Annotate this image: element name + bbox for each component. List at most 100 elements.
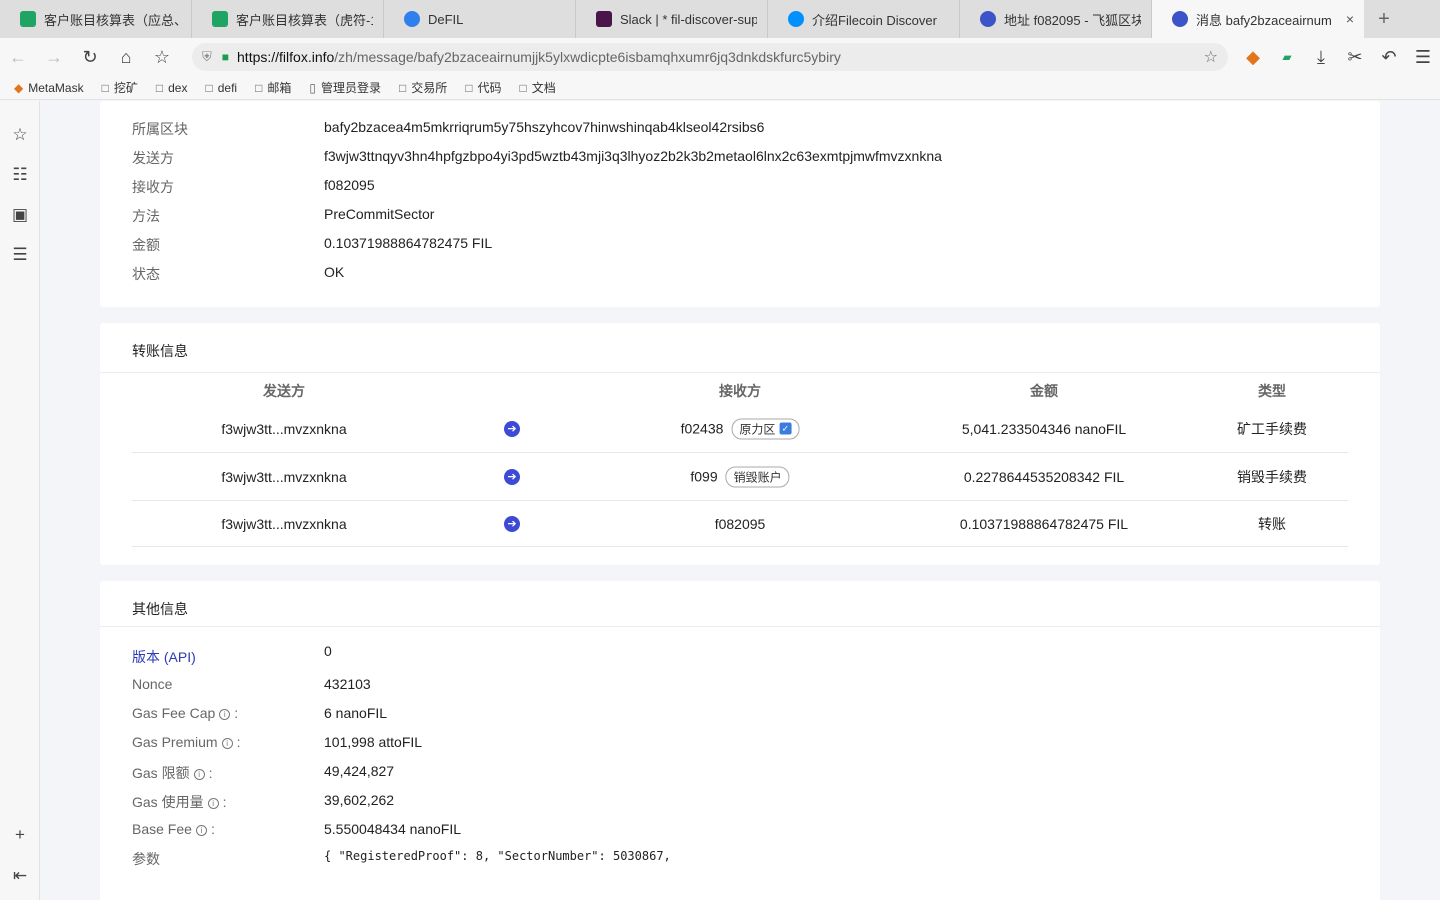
api-version-label: 版本 (API) xyxy=(132,649,196,665)
header-from: 发送方 xyxy=(263,383,305,399)
transfer-to: f099 销毁账户 xyxy=(690,466,790,487)
menu-icon[interactable]: ☰ xyxy=(1406,38,1440,76)
tab-title: 客户账目核算表（应总、虎 xyxy=(44,12,181,28)
arrow-right-icon: ➔ xyxy=(504,515,520,532)
browser-tab[interactable]: Slack | * fil-discover-supp xyxy=(576,0,768,38)
bookmark-item[interactable]: □ 交易所 xyxy=(399,79,447,96)
bookmark-item[interactable]: □ defi xyxy=(205,81,237,95)
bookmark-item[interactable]: □ dex xyxy=(156,81,188,95)
bookmark-item[interactable]: □ 邮箱 xyxy=(255,79,291,96)
bookmark-item[interactable]: □ 文档 xyxy=(520,79,556,96)
tab-title: DeFIL xyxy=(428,11,464,27)
divider xyxy=(100,372,1380,373)
transfer-row: f3wjw3tt...mvzxnkna ➔ f099 销毁账户 0.2278644535… xyxy=(132,453,1348,501)
download-icon[interactable]: ⤓ xyxy=(1304,38,1338,76)
transfer-from[interactable]: f3wjw3tt...mvzxnkna xyxy=(221,421,346,437)
bookmarks-bar: ◆ MetaMask □ 挖矿 □ dex □ defi □ 邮箱 ▯ 管理员登录 □ 交易所 □ 代码 □ 文档 xyxy=(0,76,1440,100)
metamask-icon[interactable]: ◆ xyxy=(1236,38,1270,76)
browser-tab[interactable]: 消息 bafy2bzaceairnum × xyxy=(1152,0,1364,38)
bookmark-label: 邮箱 xyxy=(267,81,292,95)
info-icon[interactable]: i xyxy=(219,709,231,720)
field-label: 状态 xyxy=(132,266,160,282)
colon: : xyxy=(222,794,227,810)
field-label: Gas Fee Cap i: xyxy=(132,705,322,721)
bookmark-label: 管理员登录 xyxy=(320,81,381,95)
sheets-icon xyxy=(212,11,228,27)
folder-icon: □ xyxy=(155,80,164,95)
bookmark-label: defi xyxy=(217,80,238,95)
bookmark-item[interactable]: □ 代码 xyxy=(465,79,501,96)
field-label-text: Gas Fee Cap xyxy=(132,705,216,721)
info-icon[interactable]: i xyxy=(221,738,233,749)
transfer-from[interactable]: f3wjw3tt...mvzxnkna xyxy=(221,469,346,485)
transfer-to-address[interactable]: f02438 xyxy=(681,421,724,437)
home-icon[interactable]: ⌂ xyxy=(108,38,144,76)
slack-icon xyxy=(596,11,612,27)
field-label: Gas 限额 i: xyxy=(132,763,322,783)
browser-tab[interactable]: 地址 f082095 - 飞狐区块浏 xyxy=(960,0,1152,38)
bookmark-label: MetaMask xyxy=(28,80,84,95)
add-icon[interactable]: + xyxy=(0,820,40,850)
bookmark-item[interactable]: ▯ 管理员登录 xyxy=(309,79,381,96)
sheets-icon xyxy=(20,11,36,27)
transfer-to: f082095 xyxy=(715,516,766,532)
info-icon[interactable]: i xyxy=(193,769,205,780)
header-amount: 金额 xyxy=(1030,383,1058,399)
browser-tab[interactable]: 客户账目核算表（虎符-12月 xyxy=(192,0,384,38)
browser-tab[interactable]: 介绍Filecoin Discover xyxy=(768,0,960,38)
bookmark-item[interactable]: □ 挖矿 xyxy=(102,79,138,96)
arrow-right-icon: ➔ xyxy=(504,420,520,437)
field-value: 101,998 attoFIL xyxy=(324,734,423,750)
info-icon[interactable]: i xyxy=(207,798,219,809)
favorites-icon[interactable]: ☆ xyxy=(0,120,40,150)
bookmark-star-icon[interactable]: ☆ xyxy=(144,38,180,76)
address-bar[interactable]: ⛨ ■ https://filfox.info/zh/message/bafy2… xyxy=(192,43,1228,71)
field-link[interactable]: bafy2bzacea4m5mkrriqrum5y75hszyhcov7hinw… xyxy=(324,119,764,135)
scissors-icon[interactable]: ✂ xyxy=(1338,38,1372,76)
reload-icon[interactable]: ↻ xyxy=(72,38,108,76)
field-label-text: Gas 使用量 xyxy=(132,794,204,810)
transfer-from[interactable]: f3wjw3tt...mvzxnkna xyxy=(221,516,346,532)
collapse-sidebar-icon[interactable]: ⇤ xyxy=(0,861,40,891)
new-tab-icon[interactable]: + xyxy=(1364,0,1404,38)
forward-icon[interactable]: → xyxy=(36,38,72,76)
reading-list-icon[interactable]: ☷ xyxy=(0,160,40,190)
shield-icon: ⛨ xyxy=(202,49,212,64)
field-link[interactable]: f3wjw3ttnqyv3hn4hpfgzbpo4yi3pd5wztb43mji… xyxy=(324,148,942,164)
notes-icon[interactable]: ☰ xyxy=(0,240,40,270)
info-icon[interactable]: i xyxy=(195,825,207,836)
field-value: 5.550048434 nanoFIL xyxy=(324,821,462,837)
colon: : xyxy=(236,734,241,750)
filfox-icon xyxy=(1172,11,1188,27)
close-tab-icon[interactable]: × xyxy=(1346,11,1354,27)
bookmark-label: dex xyxy=(168,80,188,95)
tab-title: 地址 f082095 - 飞狐区块浏 xyxy=(1004,12,1141,28)
transfer-to-address[interactable]: f082095 xyxy=(715,516,766,532)
browser-tab[interactable]: 客户账目核算表（应总、虎 xyxy=(0,0,192,38)
undo-icon[interactable]: ↶ xyxy=(1372,38,1406,76)
colon: : xyxy=(234,705,239,721)
field-link[interactable]: f082095 xyxy=(324,177,375,193)
screenshot-icon[interactable]: ▣ xyxy=(0,200,40,230)
browser-sidebar: ☆ ☷ ▣ ☰ + ⇤ xyxy=(0,101,40,900)
transfer-to-address[interactable]: f099 xyxy=(690,469,717,485)
address-tag-badge: 销毁账户 xyxy=(725,466,790,487)
transfer-info-title: 转账信息 xyxy=(132,343,188,359)
bookmark-item[interactable]: ◆ MetaMask xyxy=(14,81,84,95)
field-label: Gas Premium i: xyxy=(132,734,322,750)
arrow-circle: ➔ xyxy=(504,420,520,437)
folder-icon: □ xyxy=(519,80,527,95)
params-label: 参数 xyxy=(132,851,160,867)
transfer-info-card: 转账信息 发送方 接收方 金额 类型 f3wjw3tt...mvzxnkna ➔ f… xyxy=(100,323,1380,565)
field-label: 所属区块 xyxy=(132,121,188,137)
field-value: 432103 xyxy=(324,676,371,692)
header-type: 类型 xyxy=(1258,383,1286,399)
transfer-type: 矿工手续费 xyxy=(1237,420,1307,437)
browser-tab[interactable]: DeFIL xyxy=(384,0,576,38)
params-json: { "RegisteredProof": 8, "SectorNumber": … xyxy=(324,849,671,863)
field-label: 接收方 xyxy=(132,179,174,195)
arrow-right-icon: ➔ xyxy=(504,468,520,485)
favorite-star-icon[interactable]: ☆ xyxy=(1204,47,1218,67)
extension-icon[interactable]: ▰ xyxy=(1270,38,1304,76)
back-icon[interactable]: ← xyxy=(0,38,36,76)
